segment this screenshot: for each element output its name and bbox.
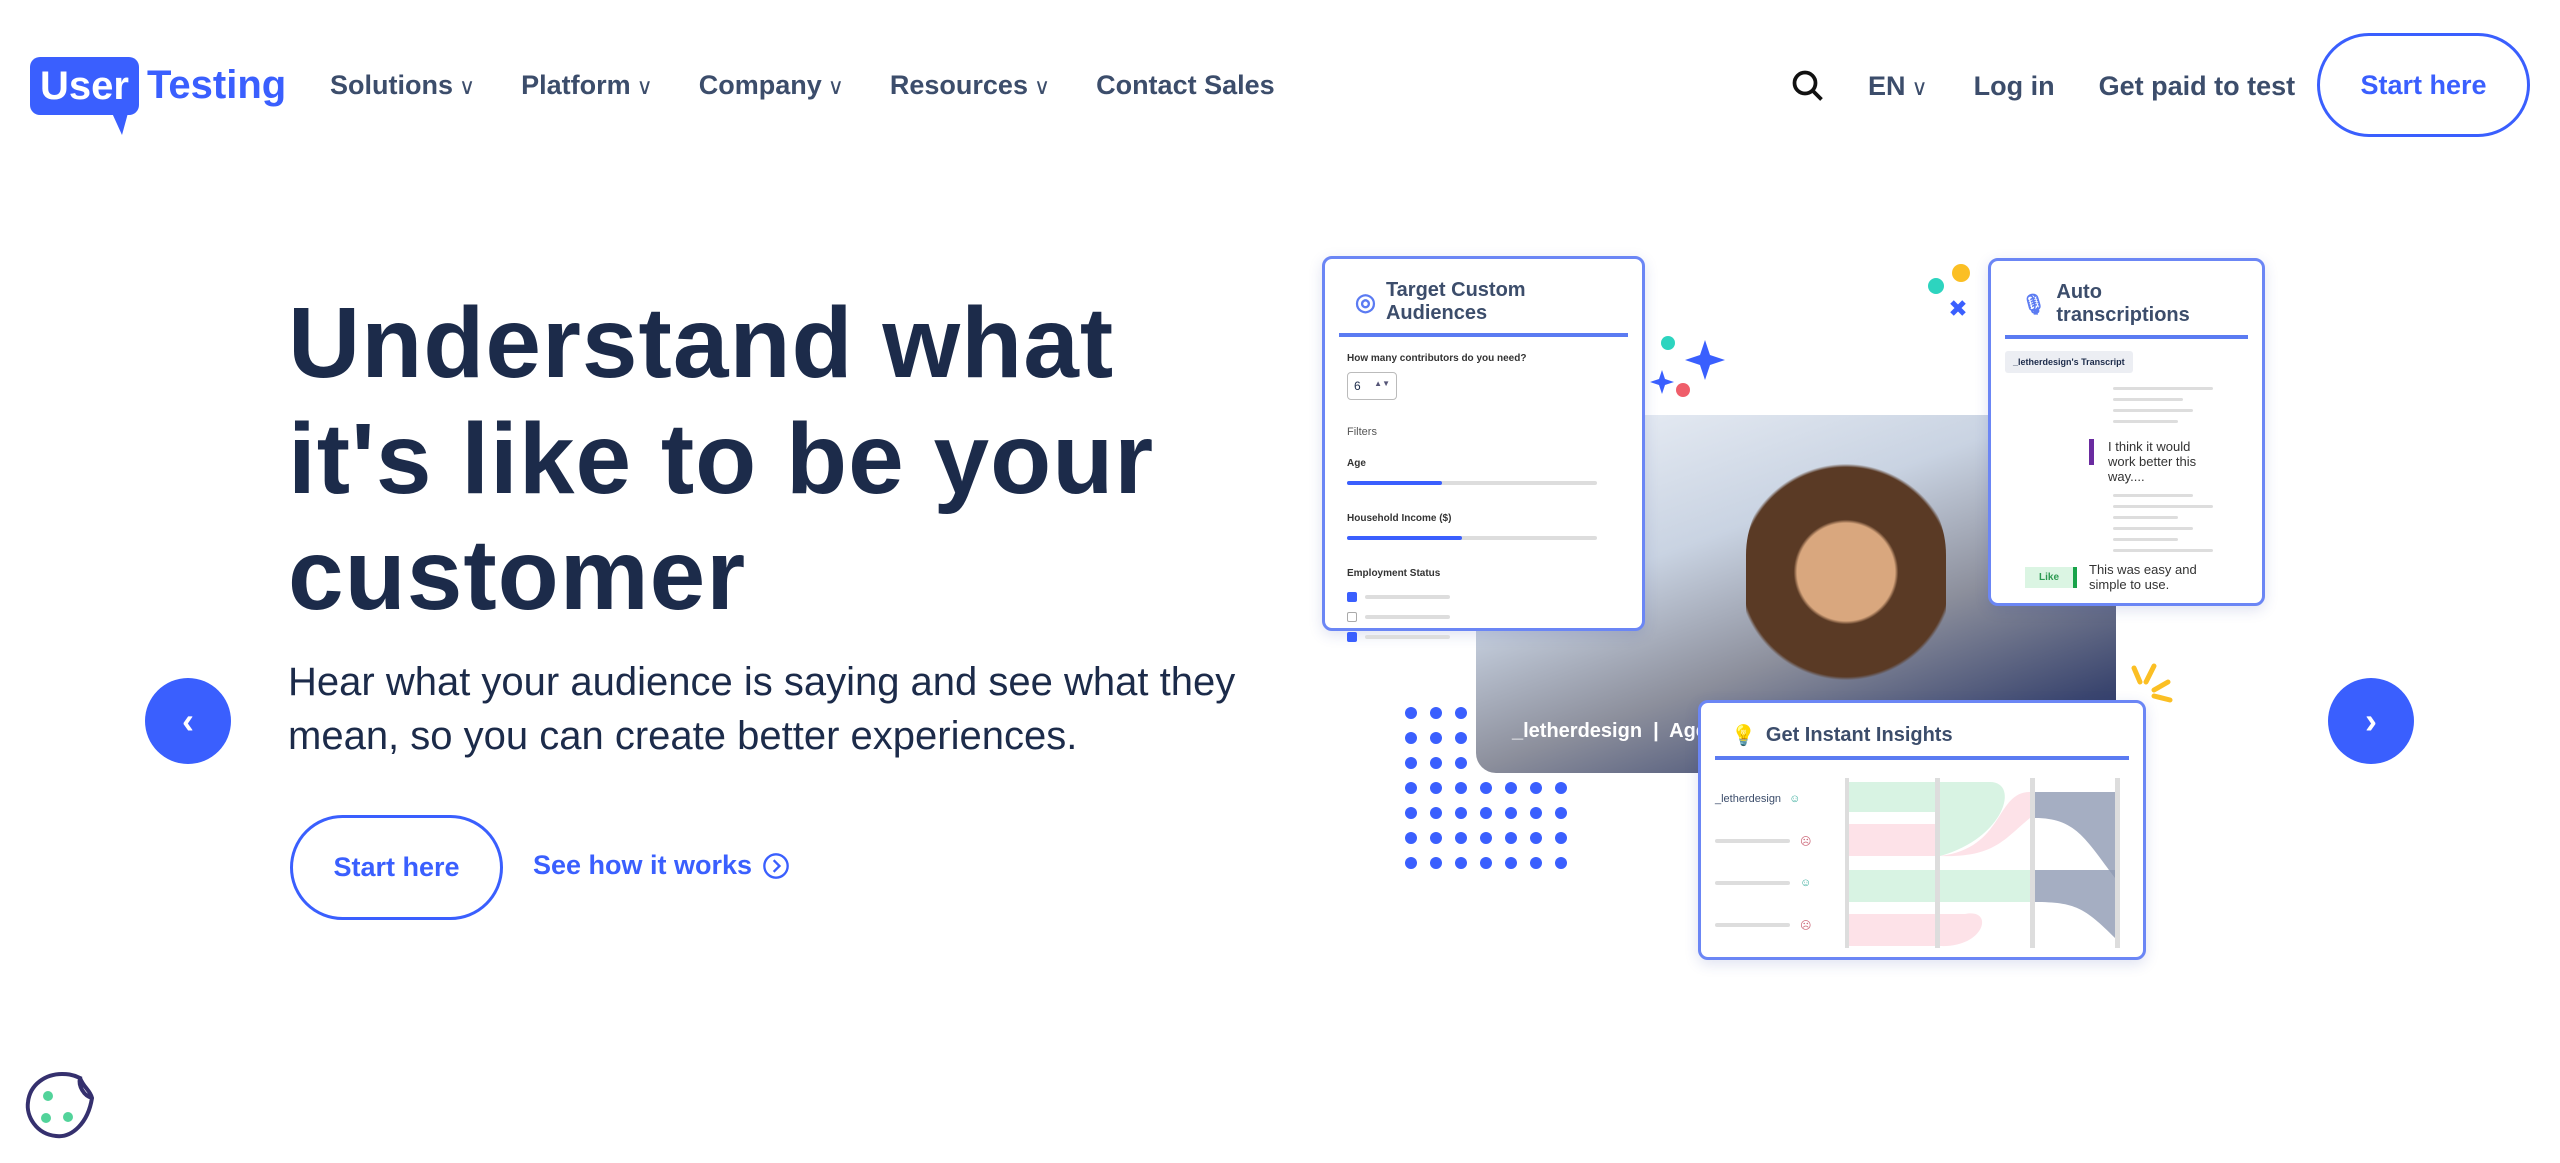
header-start-button[interactable]: Start here (2317, 33, 2530, 137)
usertesting-logo[interactable]: User Testing (30, 48, 287, 135)
chevron-down-icon: ∨ (636, 74, 653, 99)
microphone-icon: 🎙 (2021, 293, 2047, 316)
nav-label: Company (698, 70, 822, 100)
nav-label: Contact Sales (1096, 70, 1275, 100)
chevron-down-icon: ∨ (1033, 74, 1051, 99)
nav-resources[interactable]: Resources ∨ (890, 70, 1050, 101)
chevron-down-icon: ∨ (459, 74, 476, 99)
card-title: Target Custom Audiences (1385, 279, 1526, 324)
nav-contact-sales[interactable]: Contact Sales (1096, 70, 1275, 101)
transcript-quote: I think it would work better this way...… (2108, 439, 2197, 484)
logo-box: User (30, 56, 139, 135)
hero-subtitle: Hear what your audience is saying and se… (288, 660, 1236, 758)
contributors-stepper: 6 ▲▼ (1347, 372, 1397, 400)
insights-user: _letherdesign (1715, 793, 1782, 805)
chevron-down-icon: ∨ (1911, 74, 1928, 100)
utility-nav: EN ∨ Log in Get paid to test (1790, 68, 2295, 104)
nav-company[interactable]: Company ∨ (699, 70, 844, 101)
chevron-down-icon: ∨ (827, 74, 844, 99)
age-range-bar (1347, 481, 1597, 485)
hero-title: Understand what it's like to be your cus… (288, 287, 1155, 631)
filters-label: Filters (1347, 426, 1377, 438)
sad-face-icon: ☹ (1800, 835, 1812, 848)
chevron-right-icon: › (2365, 700, 2377, 741)
decorative-burst-icon (2131, 663, 2173, 703)
see-how-it-works-link[interactable]: See how it works (533, 850, 790, 881)
chevron-left-icon: ‹ (182, 700, 194, 741)
main-nav: Solutions ∨ Platform ∨ Company ∨ Resources ∨… (330, 70, 1275, 101)
login-link[interactable]: Log in (1974, 71, 2055, 102)
person-silhouette (1746, 455, 1946, 715)
stepper-value: 6 (1354, 379, 1361, 393)
card-title: Get Instant Insights (1765, 724, 1953, 746)
lightbulb-icon: 💡 (1731, 725, 1756, 747)
transcript-tab: _letherdesign's Transcript (2005, 351, 2133, 373)
nav-label: Solutions (330, 70, 453, 100)
carousel-prev-button[interactable]: ‹ (145, 678, 231, 764)
language-selector[interactable]: EN ∨ (1868, 71, 1928, 102)
link-label: See how it works (533, 850, 753, 880)
employment-label: Employment Status (1347, 568, 1441, 579)
age-label: Age (1347, 458, 1366, 469)
insights-rows: _letherdesign ☺ ☹ ☺ ☹ (1715, 778, 1845, 948)
income-range-bar (1347, 536, 1597, 540)
carousel-next-button[interactable]: › (2328, 678, 2414, 764)
income-label: Household Income ($) (1347, 513, 1452, 524)
nav-platform[interactable]: Platform ∨ (521, 70, 653, 101)
checkbox-checked (1347, 632, 1357, 642)
like-tag: Like (2025, 566, 2078, 588)
logo-text: Testing (146, 63, 287, 107)
sankey-flow-graphic (1845, 778, 2120, 948)
checkbox-checked (1347, 592, 1357, 602)
nav-solutions[interactable]: Solutions ∨ (330, 70, 475, 101)
contributors-question: How many contributors do you need? (1347, 353, 1527, 364)
auto-transcriptions-card: 🎙 Auto transcriptions _letherdesign's Tra… (1988, 258, 2265, 606)
target-icon: ◎ (1355, 288, 1376, 316)
language-label: EN (1868, 70, 1906, 101)
transcript-quote: This was easy and simple to use. (2089, 562, 2197, 592)
hero-start-button[interactable]: Start here (290, 815, 503, 920)
highlight-marker (2089, 439, 2094, 465)
search-icon[interactable] (1790, 68, 1826, 104)
card-title: Auto transcriptions (2056, 281, 2190, 326)
happy-face-icon: ☺ (1789, 793, 1801, 805)
employment-checkboxes (1347, 587, 1620, 647)
checkbox-unchecked (1347, 612, 1357, 622)
chevron-circle-right-icon (763, 852, 789, 879)
nav-label: Platform (521, 70, 631, 100)
happy-face-icon: ☺ (1800, 877, 1812, 889)
cookie-settings-icon[interactable] (20, 1068, 95, 1143)
nav-label: Resources (889, 70, 1028, 100)
sad-face-icon: ☹ (1800, 919, 1812, 932)
get-paid-link[interactable]: Get paid to test (2099, 71, 2296, 102)
stepper-arrows-icon: ▲▼ (1374, 379, 1390, 388)
instant-insights-card: 💡 Get Instant Insights _letherdesign ☺ ☹ ☺… (1698, 700, 2146, 960)
target-audiences-card: ◎ Target Custom Audiences How many contri… (1322, 256, 1645, 642)
decorative-sparkles-icon (1650, 264, 1970, 397)
